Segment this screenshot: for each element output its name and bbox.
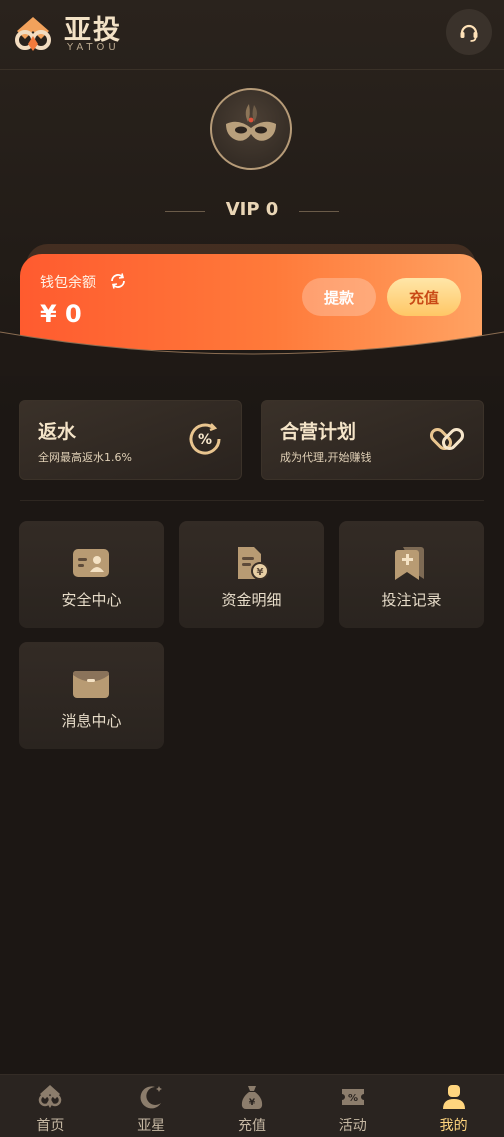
profile-page: 亚投 YATOU VIP 0 钱包余额 ¥ 0 提款 充值 返水 全网最高返水1… bbox=[0, 0, 504, 1137]
envelope-icon bbox=[73, 670, 109, 698]
svg-text:%: % bbox=[198, 432, 212, 448]
vip-divider-right bbox=[299, 211, 339, 212]
id-card-icon bbox=[73, 549, 109, 577]
nav-label-home: 首页 bbox=[36, 1118, 65, 1134]
rebate-card[interactable]: 返水 全网最高返水1.6% % bbox=[19, 400, 242, 480]
partnership-title: 合营计划 bbox=[280, 421, 357, 443]
menu-message-label: 消息中心 bbox=[61, 712, 122, 730]
menu-fund-details[interactable]: ¥ 资金明细 bbox=[179, 521, 324, 628]
vip-level-row: VIP 0 bbox=[0, 198, 504, 224]
top-header: 亚投 YATOU bbox=[0, 0, 504, 70]
menu-message-center[interactable]: 消息中心 bbox=[19, 642, 164, 749]
bottom-nav: 首页 亚星 ¥ 充值 % 活动 我的 bbox=[0, 1074, 504, 1137]
svg-text:¥: ¥ bbox=[249, 1098, 256, 1108]
nav-label-events: 活动 bbox=[338, 1118, 367, 1134]
refresh-icon[interactable] bbox=[109, 272, 127, 290]
masquerade-mask-icon bbox=[226, 104, 276, 141]
nav-label-mine: 我的 bbox=[439, 1118, 468, 1134]
svg-text:%: % bbox=[348, 1093, 358, 1104]
partnership-subtitle: 成为代理,开始赚钱 bbox=[280, 451, 372, 464]
brand-logo-icon bbox=[15, 17, 51, 51]
svg-text:¥: ¥ bbox=[257, 567, 264, 578]
nav-item-deposit[interactable]: ¥ 充值 bbox=[202, 1075, 303, 1137]
rebate-subtitle: 全网最高返水1.6% bbox=[38, 451, 132, 464]
ticket-percent-icon: % bbox=[341, 1089, 364, 1105]
nav-label-deposit: 充值 bbox=[237, 1118, 266, 1134]
section-divider bbox=[20, 500, 484, 501]
bookmark-plus-icon bbox=[395, 547, 424, 580]
user-icon bbox=[442, 1085, 465, 1109]
nav-item-star[interactable]: 亚星 bbox=[101, 1075, 202, 1137]
menu-fund-label: 资金明细 bbox=[221, 591, 282, 609]
menu-bet-label: 投注记录 bbox=[381, 591, 442, 609]
nav-item-events[interactable]: % 活动 bbox=[302, 1075, 403, 1137]
wallet-curve-divider bbox=[0, 331, 504, 376]
nav-item-home[interactable]: 首页 bbox=[0, 1075, 101, 1137]
wallet-balance-label: 钱包余额 bbox=[40, 275, 96, 291]
rebate-title: 返水 bbox=[38, 421, 77, 443]
money-bag-icon: ¥ bbox=[241, 1086, 263, 1109]
nav-label-star: 亚星 bbox=[137, 1118, 166, 1134]
customer-support-button[interactable] bbox=[446, 9, 492, 55]
headset-icon bbox=[460, 24, 478, 42]
home-logo-icon bbox=[39, 1085, 62, 1108]
partnership-card[interactable]: 合营计划 成为代理,开始赚钱 bbox=[261, 400, 484, 480]
menu-bet-records[interactable]: 投注记录 bbox=[339, 521, 484, 628]
nav-item-mine[interactable]: 我的 bbox=[403, 1075, 504, 1137]
vip-level-label: VIP 0 bbox=[225, 199, 279, 220]
moon-star-icon bbox=[140, 1086, 163, 1109]
menu-security-label: 安全中心 bbox=[61, 591, 122, 609]
menu-security-center[interactable]: 安全中心 bbox=[19, 521, 164, 628]
user-avatar[interactable] bbox=[210, 88, 292, 170]
fund-document-icon: ¥ bbox=[238, 547, 269, 580]
partnership-icon bbox=[429, 427, 465, 451]
percent-refresh-icon: % bbox=[189, 423, 221, 455]
brand-subtitle: YATOU bbox=[67, 42, 120, 53]
